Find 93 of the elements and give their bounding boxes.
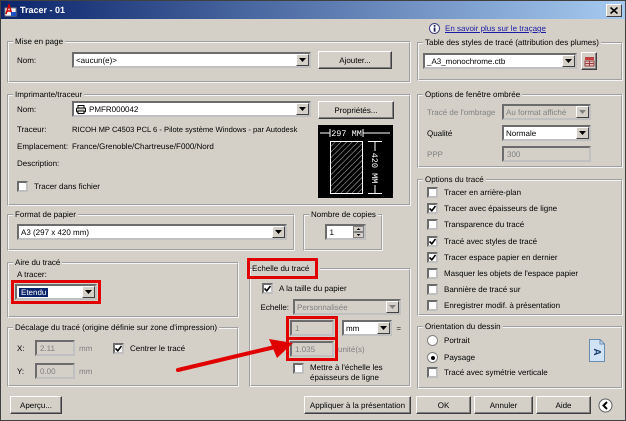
checkbox[interactable] [427, 268, 438, 279]
checkbox-label: A la taille du papier [279, 284, 347, 293]
caret-icon[interactable] [85, 290, 92, 294]
checkbox[interactable] [427, 203, 438, 214]
radio-label: Paysage [444, 353, 476, 362]
checkbox[interactable] [427, 187, 438, 198]
checkbox-label: Tracer en arrière-plan [444, 188, 522, 197]
field-label: Y: [17, 366, 26, 376]
chevron-left-icon[interactable] [598, 398, 613, 412]
page-setup-dropdown[interactable]: <aucun(e)> [72, 52, 311, 68]
info-value: France/Grenoble/Chartreuse/F000/Nord [72, 142, 215, 152]
checkbox-label: Bannière de tracé sur [444, 285, 520, 294]
app-icon [4, 4, 17, 16]
field-label: Qualité [427, 128, 454, 138]
ok-button[interactable]: OK [416, 396, 471, 414]
field-label: Tracé de l'ombrage [427, 108, 496, 116]
radio-button[interactable] [427, 352, 438, 363]
spinner-arrows-icon[interactable] [352, 226, 364, 238]
unit-label: unité(s) [338, 344, 365, 354]
checkbox[interactable] [427, 219, 438, 230]
checkbox-label: Tracé avec styles de tracé [444, 236, 538, 246]
group-title: Format de papier [15, 210, 76, 219]
equals-sign: = [396, 324, 401, 332]
window-title: Tracer - 01 [20, 5, 66, 15]
checkbox-label: Tracer dans fichier [34, 182, 100, 191]
checkbox[interactable] [17, 181, 28, 192]
field-label: PPP [427, 150, 444, 158]
caret-icon[interactable] [565, 59, 572, 63]
dimension-line [320, 128, 390, 138]
paper-size-dropdown[interactable]: A3 (297 x 420 mm) [17, 224, 287, 240]
help-link[interactable]: En savoir plus sur le traçage [445, 24, 546, 33]
close-icon[interactable] [610, 6, 618, 14]
copies-spinner[interactable]: 1 [324, 224, 366, 240]
checkbox[interactable] [427, 284, 438, 296]
info-label: Emplacement: [17, 142, 70, 152]
checkbox[interactable] [427, 236, 438, 247]
checkbox[interactable] [427, 300, 438, 312]
add-button[interactable]: Ajouter... [318, 51, 392, 69]
dimension-line [368, 140, 382, 194]
caret-icon[interactable] [299, 58, 306, 62]
plot-area-dropdown[interactable]: Etendu [15, 284, 97, 300]
group-title: Options de fenêtre ombrée [425, 90, 520, 99]
caret-icon[interactable] [579, 131, 586, 135]
field-label: Nom: [17, 56, 38, 64]
group-title: Imprimante/traceur [15, 90, 82, 99]
info-icon [429, 23, 440, 34]
checkbox[interactable] [427, 367, 438, 378]
checkbox-label: Masquer les objets de l'espace papier [444, 268, 578, 278]
field-label: A tracer: [17, 270, 48, 279]
group-title: Mise en page [15, 37, 64, 46]
radio-button[interactable] [427, 335, 438, 346]
apply-to-layout-button[interactable]: Appliquer à la présentation [304, 396, 411, 414]
group-title: Nombre de copies [311, 210, 376, 219]
radio-label: Portrait [444, 336, 470, 345]
checkbox[interactable] [427, 252, 438, 263]
field-label: X: [17, 344, 26, 352]
table-icon[interactable] [584, 56, 594, 66]
edit-button[interactable] [581, 52, 597, 70]
help-button[interactable]: Aide [536, 396, 591, 414]
unit-label: mm [79, 366, 94, 376]
close-button[interactable] [606, 4, 622, 16]
info-label: Description: [17, 159, 60, 169]
shade-dropdown[interactable]: Normale [502, 125, 591, 141]
checkbox-label: Transparence du tracé [444, 220, 524, 230]
checkbox-label: Centrer le tracé [130, 344, 186, 352]
checkbox-label: Enregistrer modif. à présentation [444, 301, 560, 310]
page-letter: A [591, 348, 602, 356]
group-title: Orientation du dessin [425, 322, 501, 331]
cancel-button[interactable]: Annuler [474, 396, 533, 414]
caret-icon[interactable] [275, 230, 282, 234]
group-title: Options du tracé [425, 175, 484, 184]
caret-icon[interactable] [380, 326, 388, 330]
group-title: Echelle du tracé [252, 264, 310, 273]
checkbox-label: Tracer espace papier en dernier [444, 252, 558, 262]
group-title: Décalage du tracé (origine définie sur zone d'impression) [15, 323, 218, 332]
group-title: Table des styles de tracé (attribution des plumes) [425, 38, 599, 47]
checkbox-label: Tracer avec épaisseurs de ligne [444, 204, 558, 214]
field-label: Nom: [17, 104, 38, 114]
properties-button[interactable]: Propriétés... [318, 101, 394, 119]
group-title: Aire du tracé [15, 258, 60, 267]
preview-button[interactable]: Aperçu... [10, 396, 62, 414]
unit-label: mm [79, 344, 94, 352]
printer-dropdown[interactable]: PMFR000042 [72, 101, 311, 117]
printer-icon [76, 104, 86, 114]
checkbox-label: Tracé avec symétrie verticale [444, 368, 548, 377]
paper-sheet [330, 141, 363, 194]
dimension-label: 297 MM [331, 129, 362, 139]
info-label: Traceur: [17, 125, 48, 135]
caret-icon[interactable] [299, 107, 306, 111]
field-label: Echelle: [260, 302, 289, 312]
dimension-label: 420 MM [369, 152, 379, 184]
checkbox-label: Mettre à l'échelle les épaisseurs de ligne [310, 363, 384, 383]
plot-style-dropdown[interactable]: _A3_monochrome.ctb [423, 53, 577, 69]
